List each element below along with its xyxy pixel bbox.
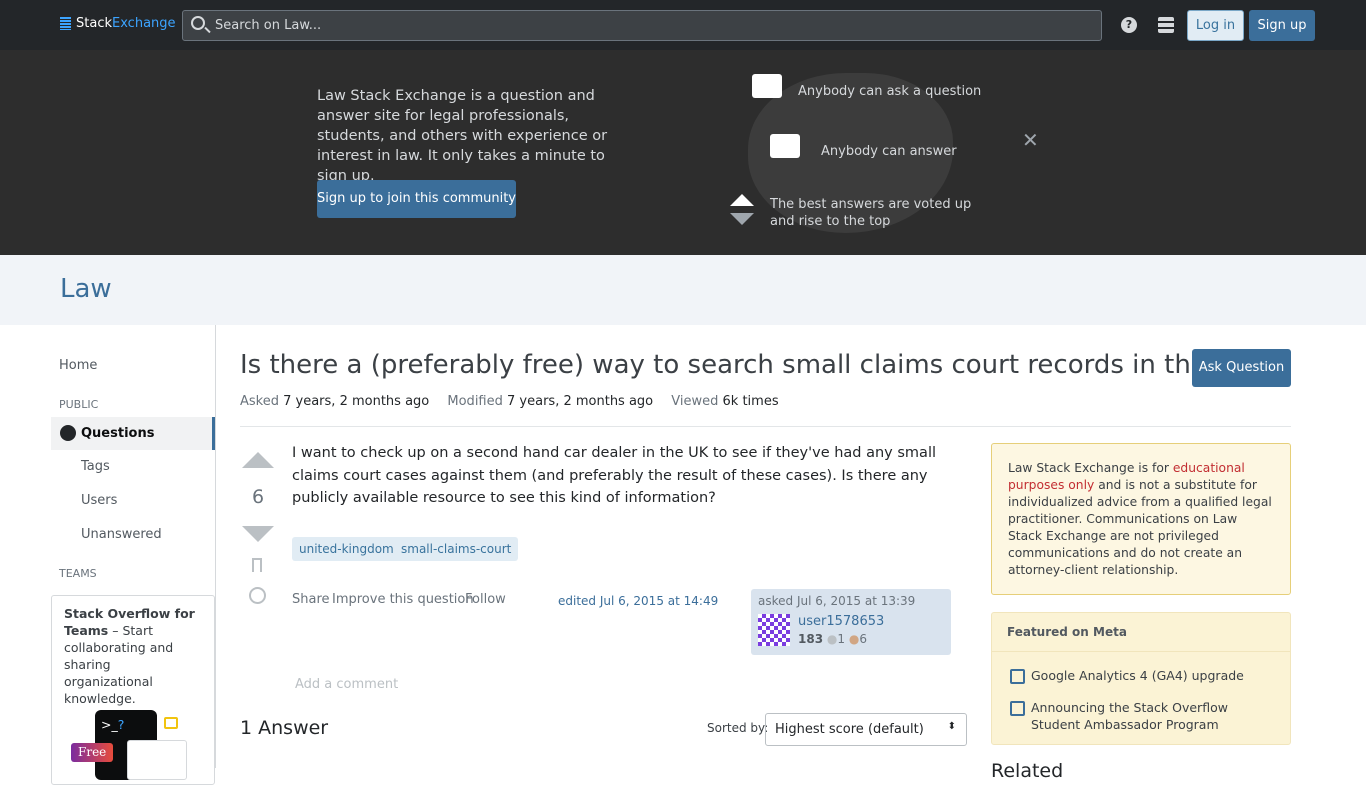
close-icon[interactable]: ✕ — [1022, 128, 1039, 152]
stackexchange-icon — [60, 17, 71, 30]
select-arrows-icon: ⬍ — [947, 721, 956, 732]
chat-icon — [164, 717, 178, 729]
sort-value: Highest score (default) — [775, 722, 924, 737]
follow-link[interactable]: Follow — [465, 592, 506, 607]
free-badge: Free — [71, 743, 114, 762]
signup-banner: Law Stack Exchange is a question and ans… — [0, 50, 1366, 255]
ask-bubble-icon — [752, 74, 782, 98]
search-input[interactable]: Search on Law... — [182, 10, 1102, 41]
reputation: 183 — [798, 632, 824, 646]
nav-home[interactable]: Home — [59, 358, 97, 373]
upvote-illustration-icon — [730, 194, 754, 206]
upvote-icon[interactable] — [242, 452, 274, 468]
question-meta: Asked 7 years, 2 months ago Modified 7 y… — [240, 394, 793, 409]
banner-text: Law Stack Exchange is a question and ans… — [317, 88, 608, 184]
search-icon — [191, 16, 205, 30]
ask-question-button[interactable]: Ask Question — [1192, 349, 1291, 387]
bronze-badges: 6 — [859, 632, 867, 646]
asked-timestamp: asked Jul 6, 2015 at 13:39 — [758, 594, 916, 608]
featured-on-meta: Featured on Meta Google Analytics 4 (GA4… — [991, 612, 1291, 745]
notice-text: Law Stack Exchange is for — [1008, 461, 1173, 475]
feature-answer: Anybody can answer — [821, 144, 957, 159]
viewed-label: Viewed — [671, 394, 719, 409]
site-switcher-icon[interactable] — [1158, 17, 1174, 33]
asked-value: 7 years, 2 months ago — [283, 394, 430, 409]
downvote-icon[interactable] — [242, 526, 274, 542]
downvote-illustration-icon — [730, 213, 754, 225]
edited-link[interactable]: edited Jul 6, 2015 at 14:49 — [558, 594, 718, 608]
user-badges: 183 ●1 ●6 — [798, 632, 867, 646]
tag[interactable]: united-kingdom — [292, 537, 401, 561]
asked-label: Asked — [240, 394, 279, 409]
nav-unanswered[interactable]: Unanswered — [81, 527, 162, 542]
user-card: asked Jul 6, 2015 at 13:39 user1578653 1… — [751, 589, 951, 655]
help-icon[interactable]: ? — [1121, 17, 1137, 33]
site-name[interactable]: Law — [60, 274, 112, 304]
improve-question-link[interactable]: Improve this question — [332, 592, 474, 607]
featured-title: Featured on Meta — [992, 613, 1290, 652]
site-header: Law — [0, 255, 1366, 325]
answer-bubble-icon — [770, 134, 800, 158]
stackexchange-logo[interactable]: StackExchange — [60, 16, 176, 31]
avatar[interactable] — [758, 614, 790, 646]
nav-heading-public: PUBLIC — [59, 398, 99, 411]
nav-heading-teams: TEAMS — [59, 567, 97, 580]
add-comment-link[interactable]: Add a comment — [295, 677, 398, 692]
join-community-button[interactable]: Sign up to join this community — [317, 180, 516, 218]
modified-label: Modified — [447, 394, 503, 409]
question-body: I want to check up on a second hand car … — [292, 445, 936, 506]
sort-select[interactable]: Highest score (default) ⬍ — [765, 713, 967, 746]
feature-vote: The best answers are voted up and rise t… — [770, 197, 972, 229]
nav-questions-label: Questions — [81, 426, 155, 441]
answers-count: 1 Answer — [240, 717, 329, 739]
nav-users[interactable]: Users — [81, 493, 117, 508]
notice-text-rest: and is not a substitute for individualiz… — [1008, 478, 1272, 577]
legal-notice: Law Stack Exchange is for educational pu… — [991, 443, 1291, 595]
user-name[interactable]: user1578653 — [798, 614, 884, 629]
top-bar: StackExchange Search on Law... ? Log in … — [0, 0, 1366, 50]
vote-count: 6 — [251, 486, 265, 508]
question-title[interactable]: Is there a (preferably free) way to sear… — [240, 350, 1265, 380]
featured-item[interactable]: Announcing the Stack Overflow Student Am… — [1010, 699, 1276, 733]
teams-card-illustration — [127, 740, 187, 780]
tag[interactable]: small-claims-court — [394, 537, 519, 561]
search-placeholder: Search on Law... — [215, 18, 322, 33]
globe-icon — [60, 425, 76, 441]
history-icon[interactable] — [249, 587, 266, 604]
teams-promo[interactable]: Stack Overflow for Teams – Start collabo… — [51, 595, 215, 785]
logo-text-accent: Exchange — [112, 16, 176, 31]
share-link[interactable]: Share — [292, 592, 330, 607]
login-button[interactable]: Log in — [1187, 10, 1244, 41]
related-heading: Related — [991, 760, 1064, 782]
sort-label: Sorted by: — [707, 721, 769, 735]
signup-button[interactable]: Sign up — [1249, 10, 1315, 41]
feature-ask: Anybody can ask a question — [798, 84, 982, 99]
divider — [240, 426, 1291, 427]
modified-value[interactable]: 7 years, 2 months ago — [507, 394, 653, 409]
bookmark-icon[interactable] — [252, 558, 262, 572]
viewed-value: 6k times — [722, 394, 779, 409]
nav-questions[interactable]: Questions — [51, 417, 215, 450]
featured-item[interactable]: Google Analytics 4 (GA4) upgrade — [1010, 667, 1276, 684]
silver-badges: 1 — [837, 632, 846, 646]
logo-text: Stack — [76, 16, 112, 31]
nav-tags[interactable]: Tags — [81, 459, 110, 474]
